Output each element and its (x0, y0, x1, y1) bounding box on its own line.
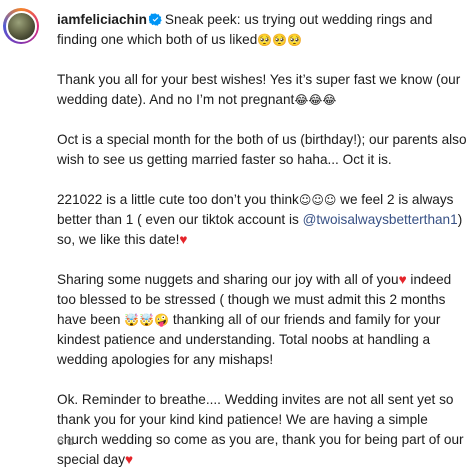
caption-paragraph-4: 221022 is a little cute too don’t you th… (57, 190, 467, 250)
caption-body: iamfeliciachin Sneak peek: us trying out … (57, 10, 467, 470)
verified-badge-icon (148, 13, 162, 26)
caption-text: Thank you all for your best wishes! Yes … (57, 72, 461, 107)
smiling-face-emoji: ☺☺☺ (298, 193, 337, 207)
heart-icon: ♥ (398, 272, 407, 287)
heart-icon: ♥ (179, 232, 188, 247)
caption-text: Sharing some nuggets and sharing our joy… (57, 272, 399, 287)
caption-text: 221022 is a little cute too don’t you th… (57, 192, 299, 207)
profile-avatar-ring[interactable] (3, 8, 39, 44)
laughing-emoji: 😂😂😂 (294, 93, 337, 107)
mention-link[interactable]: @twoisalwaysbetterthan1 (303, 212, 458, 227)
heart-icon: ♥ (125, 452, 134, 467)
exploding-head-emoji: 🤯🤯🤪 (124, 313, 170, 327)
caption-paragraph-5: Sharing some nuggets and sharing our joy… (57, 270, 467, 370)
caption-paragraph-3: Oct is a special month for the both of u… (57, 130, 467, 170)
caption-paragraph-6: Ok. Reminder to breathe.... Wedding invi… (57, 390, 467, 470)
pleading-face-emoji: 🥺🥺🥺 (257, 33, 303, 47)
avatar[interactable] (5, 10, 37, 42)
post-caption-panel: iamfeliciachin Sneak peek: us trying out … (0, 0, 475, 467)
caption-text: Oct is a special month for the both of u… (57, 132, 467, 167)
caption-text: Ok. Reminder to breathe.... Wedding invi… (57, 392, 464, 467)
caption-paragraph-2: Thank you all for your best wishes! Yes … (57, 70, 467, 110)
post-timestamp[interactable]: 6 d (57, 433, 74, 449)
username-link[interactable]: iamfeliciachin (57, 12, 147, 27)
caption-paragraph-1: iamfeliciachin Sneak peek: us trying out … (57, 10, 467, 50)
